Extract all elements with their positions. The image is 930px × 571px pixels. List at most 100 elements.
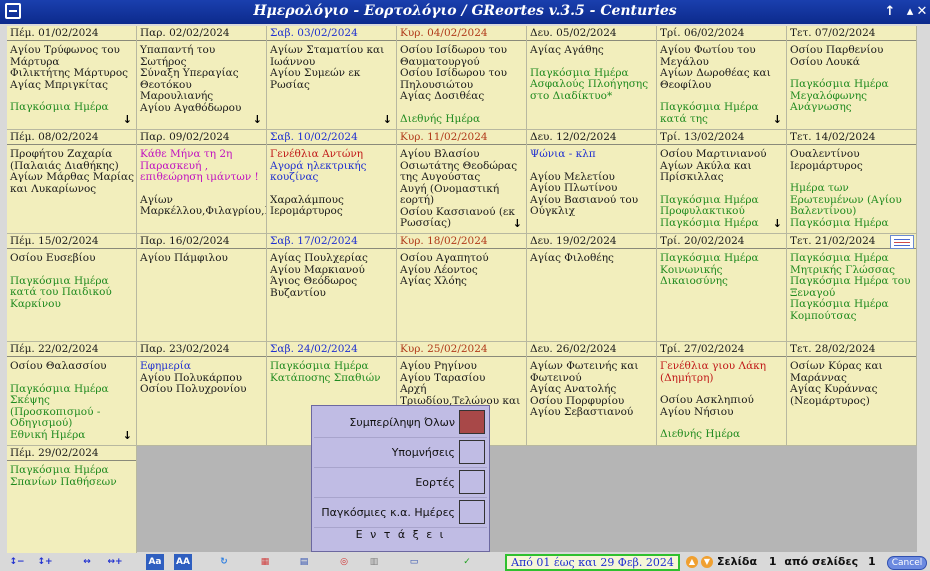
col-shrink-icon[interactable]: ↔ — [78, 554, 96, 570]
day-entry: Οσίου Ισίδωρου του Θαυματουργού — [400, 44, 507, 68]
day-entry: Παγκόσμια Ημέρα κατά του Παιδικού Καρκίν… — [10, 274, 112, 310]
day-entries: Οσίου Θαλασσίου Παγκόσμια Ημέρα Σκέψης (Π… — [7, 357, 136, 441]
day-cell[interactable]: Τετ. 07/02/2024 Οσίου Παρθενίου Οσίου Λουκ… — [787, 26, 917, 130]
day-entries: Αγίου Ρηγίνου Αγίου Ταρασίου Αρχή Τριωδίου… — [397, 357, 526, 407]
day-date-header: Παρ. 23/02/2024 — [137, 342, 266, 357]
row-minus-icon[interactable]: ↕− — [8, 554, 26, 570]
day-entry: Αγίων Φωτεινής και Φωτεινού — [530, 360, 639, 384]
ok-button[interactable]: Ε ν τ ά ξ ε ι — [312, 528, 489, 541]
day-entry: Παγκόσμια Ημέρα Ασφαλούς Πλοήγησης στο Δ… — [530, 66, 649, 102]
day-entries: Αγίας Πουλχερίας Αγίου Μαρκιανού Άγιος Θεό… — [267, 249, 396, 299]
day-date-header: Κυρ. 18/02/2024 — [397, 234, 526, 249]
grid-icon[interactable]: ▤ — [295, 554, 313, 570]
col-expand-icon[interactable]: ↔+ — [106, 554, 124, 570]
day-cell[interactable]: Κυρ. 18/02/2024 Οσίου Αγαπητού Αγίου Λέοντ… — [397, 234, 527, 342]
day-date-header: Τρί. 06/02/2024 — [657, 26, 786, 41]
table-icon[interactable]: ▥ — [365, 554, 383, 570]
day-date-header: Κυρ. 04/02/2024 — [397, 26, 526, 41]
scroll-down-icon[interactable]: ↓ — [773, 217, 782, 230]
day-entries: Γενέθλια Αντώνη Αγορά ηλεκτρικής κουζίνας… — [267, 145, 396, 218]
day-cell[interactable]: Παρ. 02/02/2024 Υπαπαντή του Σωτήρος Σύναξ… — [137, 26, 267, 130]
day-cell[interactable]: Τρί. 06/02/2024 Αγίου Φωτίου του Μεγάλου Α… — [657, 26, 787, 130]
day-cell[interactable]: Τρί. 27/02/2024 Γενέθλια γιου Λάκη (Δημήτ… — [657, 342, 787, 446]
filter-option[interactable]: Συμπερίληψη Όλων — [312, 407, 489, 437]
scroll-down-icon[interactable]: ↓ — [773, 113, 782, 126]
scroll-down-icon[interactable]: ↓ — [123, 429, 132, 442]
day-cell[interactable]: Δευ. 05/02/2024 Αγίας Αγάθης Παγκόσμια Ημέ… — [527, 26, 657, 130]
day-cell[interactable]: Παρ. 23/02/2024 Εφημερία Αγίου Πολυκάρπου Ο… — [137, 342, 267, 446]
notes-icon[interactable]: ▭ — [405, 554, 423, 570]
day-cell[interactable]: Σαβ. 10/02/2024 Γενέθλια Αντώνη Αγορά ηλεκ… — [267, 130, 397, 234]
day-cell[interactable]: Τετ. 14/02/2024 Ουαλεντίνου Ιερομάρτυρος Η… — [787, 130, 917, 234]
day-entry: Παγκόσμια Ημέρα — [660, 216, 759, 229]
day-entry: Αγίου Νήσιου — [660, 405, 734, 418]
day-date-header: Σαβ. 24/02/2024 — [267, 342, 396, 357]
day-cell[interactable]: Δευ. 19/02/2024 Αγίας Φιλοθέης — [527, 234, 657, 342]
day-date-header: Παρ. 09/02/2024 — [137, 130, 266, 145]
calendar-icon[interactable]: ▦ — [256, 554, 274, 570]
day-entry: Σύναξη Υπεραγίας Θεοτόκου Μαρουλιανής — [140, 67, 239, 102]
day-cell[interactable]: Πέμ. 01/02/2024 Αγίου Τρύφωνος του Μάρτυρ… — [7, 26, 137, 130]
pager-label: Σελίδα — [717, 555, 757, 568]
scroll-down-icon[interactable]: ↓ — [123, 113, 132, 126]
day-date-header: Τρί. 27/02/2024 — [657, 342, 786, 357]
cancel-button[interactable]: Cancel — [887, 556, 927, 570]
filter-option[interactable]: Παγκόσμιες κ.α. Ημέρες — [312, 497, 489, 527]
title-bar: Ημερολόγιο - Εορτολόγιο / GReortes v.3.5… — [0, 0, 930, 24]
day-date-header: Πέμ. 08/02/2024 — [7, 130, 136, 145]
day-cell[interactable]: Παρ. 09/02/2024 Κάθε Μήνα τη 2η Παρασκευή… — [137, 130, 267, 234]
scroll-down-icon[interactable]: ↓ — [383, 113, 392, 126]
day-entries: Παγκόσμια Ημέρα Σπανίων Παθήσεων — [7, 461, 136, 488]
refresh-icon[interactable]: ↻ — [215, 554, 233, 570]
day-cell[interactable]: Τετ. 21/02/2024 Παγκόσμια Ημέρα Μητρικής … — [787, 234, 917, 342]
day-entry: Οσίου Ευσεβίου — [10, 252, 96, 264]
day-cell[interactable]: Τρί. 13/02/2024 Οσίου Μαρτινιανού Αγίων Ακ… — [657, 130, 787, 234]
day-entry: Άγιος Θεόδωρος Βυζαντίου — [270, 275, 358, 299]
day-cell[interactable]: Κυρ. 11/02/2024 Αγίου Βλασίου Οσιωτάτης Θε… — [397, 130, 527, 234]
day-cell[interactable]: Σαβ. 03/02/2024 Αγίων Σταματίου και Ιωάνν… — [267, 26, 397, 130]
close-icon[interactable]: ✕ — [912, 2, 930, 22]
day-date-header: Τετ. 14/02/2024 — [787, 130, 916, 145]
filter-option[interactable]: Υπομνήσεις — [312, 437, 489, 467]
entry-spacer — [530, 161, 654, 172]
filter-checkbox[interactable] — [459, 440, 485, 464]
day-entries: Αγίου Φωτίου του Μεγάλου Αγίων Δωροθέας κ… — [657, 41, 786, 125]
day-date-header: Δευ. 19/02/2024 — [527, 234, 656, 249]
scroll-down-icon[interactable]: ↓ — [253, 113, 262, 126]
day-cell[interactable]: Τετ. 28/02/2024 Οσίων Κύρας και Μαράννας Α… — [787, 342, 917, 446]
day-cell[interactable]: Σαβ. 17/02/2024 Αγίας Πουλχερίας Αγίου Μαρ… — [267, 234, 397, 342]
filter-checkbox[interactable] — [459, 410, 485, 434]
day-cell[interactable]: Πέμ. 15/02/2024 Οσίου Ευσεβίου Παγκόσμια Η… — [7, 234, 137, 342]
day-entry: Παγκόσμια Ημέρα Σκέψης (Προσκοπισμού - Ο… — [10, 382, 109, 429]
search-icon[interactable]: ◎ — [335, 554, 353, 570]
day-entry: Αυγή (Ονομαστική εορτή) — [400, 182, 500, 206]
day-cell[interactable]: Τρί. 20/02/2024 Παγκόσμια Ημέρα Κοινωνική… — [657, 234, 787, 342]
filter-option[interactable]: Εορτές — [312, 467, 489, 497]
day-cell[interactable]: Πέμ. 29/02/2024 Παγκόσμια Ημέρα Σπανίων Π… — [7, 446, 137, 556]
keep-above-icon[interactable]: ↑ — [880, 2, 900, 22]
day-cell[interactable]: Πέμ. 22/02/2024 Οσίου Θαλασσίου Παγκόσμια … — [7, 342, 137, 446]
next-page-icon[interactable]: ▼ — [701, 556, 713, 568]
font-larger-icon[interactable]: AA — [174, 554, 192, 570]
day-cell[interactable]: Παρ. 16/02/2024 Αγίου Πάμφιλου — [137, 234, 267, 342]
day-cell[interactable]: Δευ. 26/02/2024 Αγίων Φωτεινής και Φωτειν… — [527, 342, 657, 446]
entry-spacer — [270, 184, 394, 195]
filter-checkbox[interactable] — [459, 470, 485, 494]
day-entries: Αγίας Φιλοθέης — [527, 249, 656, 265]
checklist-icon[interactable]: ✓ — [458, 554, 476, 570]
day-entry: Υπαπαντή του Σωτήρος — [140, 44, 216, 68]
prev-page-icon[interactable]: ▲ — [686, 556, 698, 568]
day-cell[interactable]: Πέμ. 08/02/2024 Προφήτου Ζαχαρία (Παλαιάς… — [7, 130, 137, 234]
day-entries: Παγκόσμια Ημέρα Κατάποσης Σπαθιών — [267, 357, 396, 384]
day-entry: Εφημερία — [140, 360, 191, 372]
day-entry: Γενέθλια Αντώνη — [270, 148, 364, 160]
filter-checkbox[interactable] — [459, 500, 485, 524]
scroll-down-icon[interactable]: ↓ — [513, 217, 522, 230]
row-plus-icon[interactable]: ↕+ — [36, 554, 54, 570]
day-cell[interactable]: Κυρ. 04/02/2024 Οσίου Ισίδωρου του Θαυματ… — [397, 26, 527, 130]
day-date-header: Δευ. 12/02/2024 — [527, 130, 656, 145]
note-icon[interactable] — [890, 235, 914, 249]
font-smaller-icon[interactable]: Aa — [146, 554, 164, 570]
day-entry: Οσίου Θαλασσίου — [10, 360, 107, 372]
day-cell[interactable]: Δευ. 12/02/2024 Ψώνια - κλπ Αγίου Μελετίου… — [527, 130, 657, 234]
